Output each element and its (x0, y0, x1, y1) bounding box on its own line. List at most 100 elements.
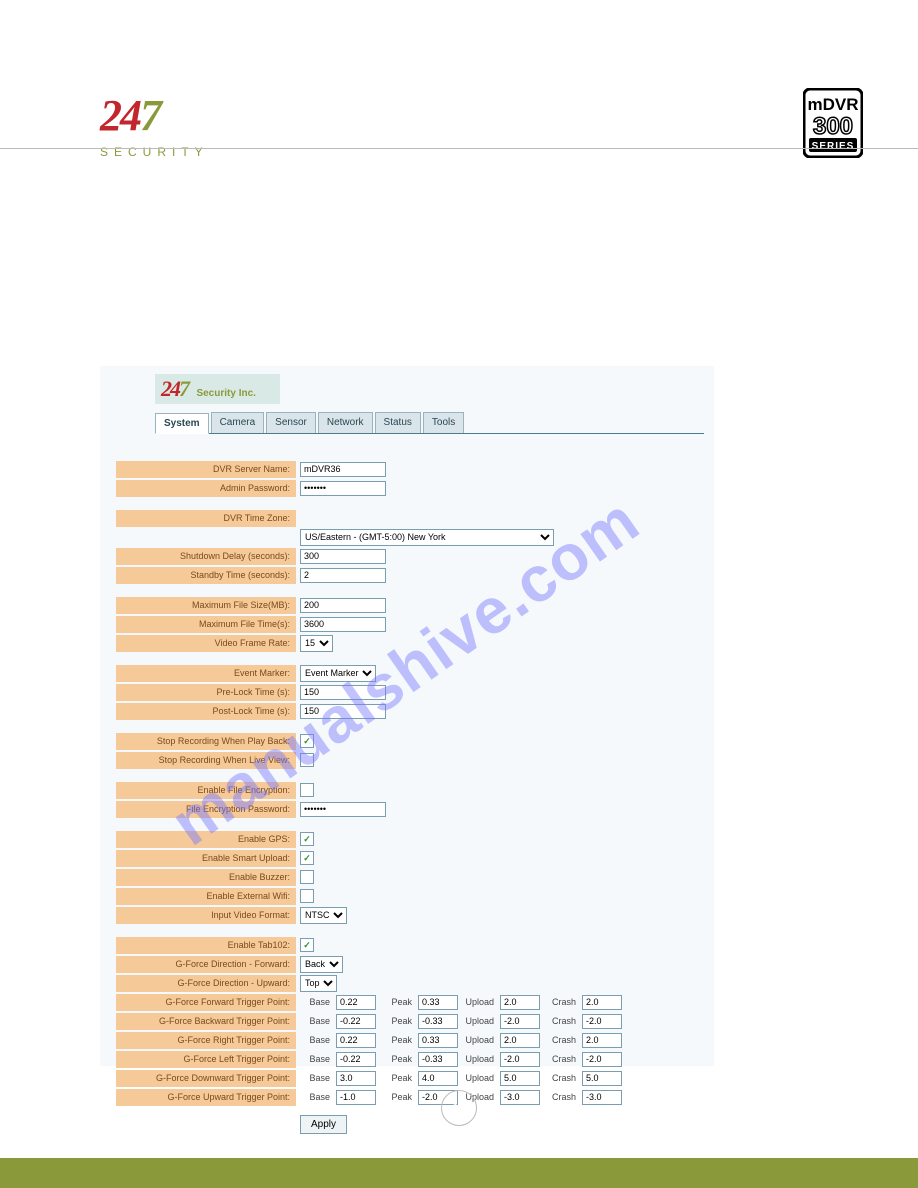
intro-paragraph-2: To access System Configuration, a laptop… (100, 286, 820, 322)
page-number: 14 (441, 1090, 477, 1126)
inner-brand-logo: 247 Security Inc. (155, 374, 280, 404)
enable-gps-checkbox[interactable]: ✓ (300, 832, 314, 846)
shutdown-delay-input[interactable] (300, 549, 386, 564)
gforce-upload-input[interactable] (500, 1071, 540, 1086)
gforce-upload-label: Upload (464, 1035, 494, 1045)
gforce-crash-input[interactable] (582, 1071, 622, 1086)
gforce-crash-label: Crash (546, 1035, 576, 1045)
pre-lock-time-input[interactable] (300, 685, 386, 700)
config-ui-screenshot: manualshive.com 247 Security Inc. System… (100, 366, 714, 1066)
enable-smart-upload-checkbox[interactable]: ✓ (300, 851, 314, 865)
gforce-base-input[interactable] (336, 1014, 376, 1029)
gforce-upload-input[interactable] (500, 995, 540, 1010)
gforce-base-input[interactable] (336, 1033, 376, 1048)
gforce-upload-label: Upload (464, 997, 494, 1007)
tab-status[interactable]: Status (375, 412, 421, 433)
enable-ext-wifi-checkbox[interactable] (300, 889, 314, 903)
stop-rec-playback-checkbox[interactable]: ✓ (300, 734, 314, 748)
tab-bar: SystemCameraSensorNetworkStatusTools (155, 412, 704, 434)
file-enc-pw-input[interactable] (300, 802, 386, 817)
max-file-size-input[interactable] (300, 598, 386, 613)
gforce-upload-input[interactable] (500, 1090, 540, 1105)
shutdown-delay-label: Shutdown Delay (seconds): (116, 548, 296, 565)
apply-button[interactable]: Apply (300, 1115, 347, 1134)
gforce-dir-upward-select[interactable]: Top (300, 975, 337, 992)
video-frame-rate-select[interactable]: 15 (300, 635, 333, 652)
gforce-upload-label: Upload (464, 1016, 494, 1026)
gforce-base-label: Base (300, 1073, 330, 1083)
enable-file-enc-checkbox[interactable] (300, 783, 314, 797)
gforce-peak-input[interactable] (418, 1033, 458, 1048)
gforce-dir-upward-label: G-Force Direction - Upward: (116, 975, 296, 992)
dvr-timezone-select[interactable]: US/Eastern - (GMT-5:00) New York (300, 529, 554, 546)
input-video-format-select[interactable]: NTSC (300, 907, 347, 924)
gforce-base-input[interactable] (336, 1071, 376, 1086)
intro-paragraph-1: The system's configuration is set at the… (100, 240, 820, 276)
enable-tab102-label: Enable Tab102: (116, 937, 296, 954)
event-marker-select[interactable]: Event Marker (300, 665, 376, 682)
gforce-base-label: Base (300, 1035, 330, 1045)
svg-text:SERIES: SERIES (812, 141, 855, 152)
tab-network[interactable]: Network (318, 412, 373, 433)
document-header: 247 SECURITY mDVR 300 SERIES (0, 0, 918, 170)
inner-logo-bar: 247 Security Inc. (100, 366, 714, 408)
gforce-base-label: Base (300, 1092, 330, 1102)
dvr-timezone-label: DVR Time Zone: (116, 510, 296, 527)
gforce-upload-input[interactable] (500, 1033, 540, 1048)
enable-tab102-checkbox[interactable]: ✓ (300, 938, 314, 952)
gforce-peak-input[interactable] (418, 1052, 458, 1067)
file-enc-pw-label: File Encryption Password: (116, 801, 296, 818)
tab-sensor[interactable]: Sensor (266, 412, 316, 433)
gforce-row-label: G-Force Backward Trigger Point: (116, 1013, 296, 1030)
gforce-crash-label: Crash (546, 1016, 576, 1026)
gforce-peak-label: Peak (382, 1016, 412, 1026)
gforce-crash-input[interactable] (582, 1014, 622, 1029)
footer-bar (0, 1158, 918, 1188)
gforce-crash-input[interactable] (582, 995, 622, 1010)
gforce-upload-label: Upload (464, 1073, 494, 1083)
gforce-dir-forward-label: G-Force Direction - Forward: (116, 956, 296, 973)
system-form: DVR Server Name: Admin Password: DVR Tim… (100, 434, 714, 1144)
gforce-base-input[interactable] (336, 1090, 376, 1105)
tab-tools[interactable]: Tools (423, 412, 464, 433)
gforce-crash-input[interactable] (582, 1052, 622, 1067)
gforce-upload-input[interactable] (500, 1014, 540, 1029)
stop-rec-playback-label: Stop Recording When Play Back: (116, 733, 296, 750)
gforce-peak-label: Peak (382, 1073, 412, 1083)
video-frame-rate-label: Video Frame Rate: (116, 635, 296, 652)
tab-system[interactable]: System (155, 413, 209, 434)
standby-time-input[interactable] (300, 568, 386, 583)
gforce-base-input[interactable] (336, 995, 376, 1010)
standby-time-label: Standby Time (seconds): (116, 567, 296, 584)
max-file-size-label: Maximum File Size(MB): (116, 597, 296, 614)
gforce-peak-input[interactable] (418, 995, 458, 1010)
stop-rec-live-checkbox[interactable] (300, 753, 314, 767)
subsection-heading: SYSTEM (100, 340, 153, 355)
gforce-crash-input[interactable] (582, 1090, 622, 1105)
max-file-time-input[interactable] (300, 617, 386, 632)
enable-ext-wifi-label: Enable External Wifi: (116, 888, 296, 905)
gforce-crash-label: Crash (546, 1092, 576, 1102)
gforce-base-label: Base (300, 1016, 330, 1026)
dvr-server-name-input[interactable] (300, 462, 386, 477)
pre-lock-time-label: Pre-Lock Time (s): (116, 684, 296, 701)
gforce-crash-label: Crash (546, 997, 576, 1007)
gforce-row-label: G-Force Forward Trigger Point: (116, 994, 296, 1011)
enable-gps-label: Enable GPS: (116, 831, 296, 848)
header-divider (0, 148, 918, 149)
dvr-server-name-label: DVR Server Name: (116, 461, 296, 478)
post-lock-time-input[interactable] (300, 704, 386, 719)
logo-24: 24 (100, 91, 140, 140)
input-video-format-label: Input Video Format: (116, 907, 296, 924)
enable-smart-upload-label: Enable Smart Upload: (116, 850, 296, 867)
admin-password-input[interactable] (300, 481, 386, 496)
gforce-peak-input[interactable] (418, 1071, 458, 1086)
gforce-crash-input[interactable] (582, 1033, 622, 1048)
gforce-base-input[interactable] (336, 1052, 376, 1067)
tab-camera[interactable]: Camera (211, 412, 265, 433)
gforce-peak-label: Peak (382, 1054, 412, 1064)
gforce-upload-input[interactable] (500, 1052, 540, 1067)
gforce-peak-input[interactable] (418, 1014, 458, 1029)
enable-buzzer-checkbox[interactable] (300, 870, 314, 884)
gforce-dir-forward-select[interactable]: Back (300, 956, 343, 973)
